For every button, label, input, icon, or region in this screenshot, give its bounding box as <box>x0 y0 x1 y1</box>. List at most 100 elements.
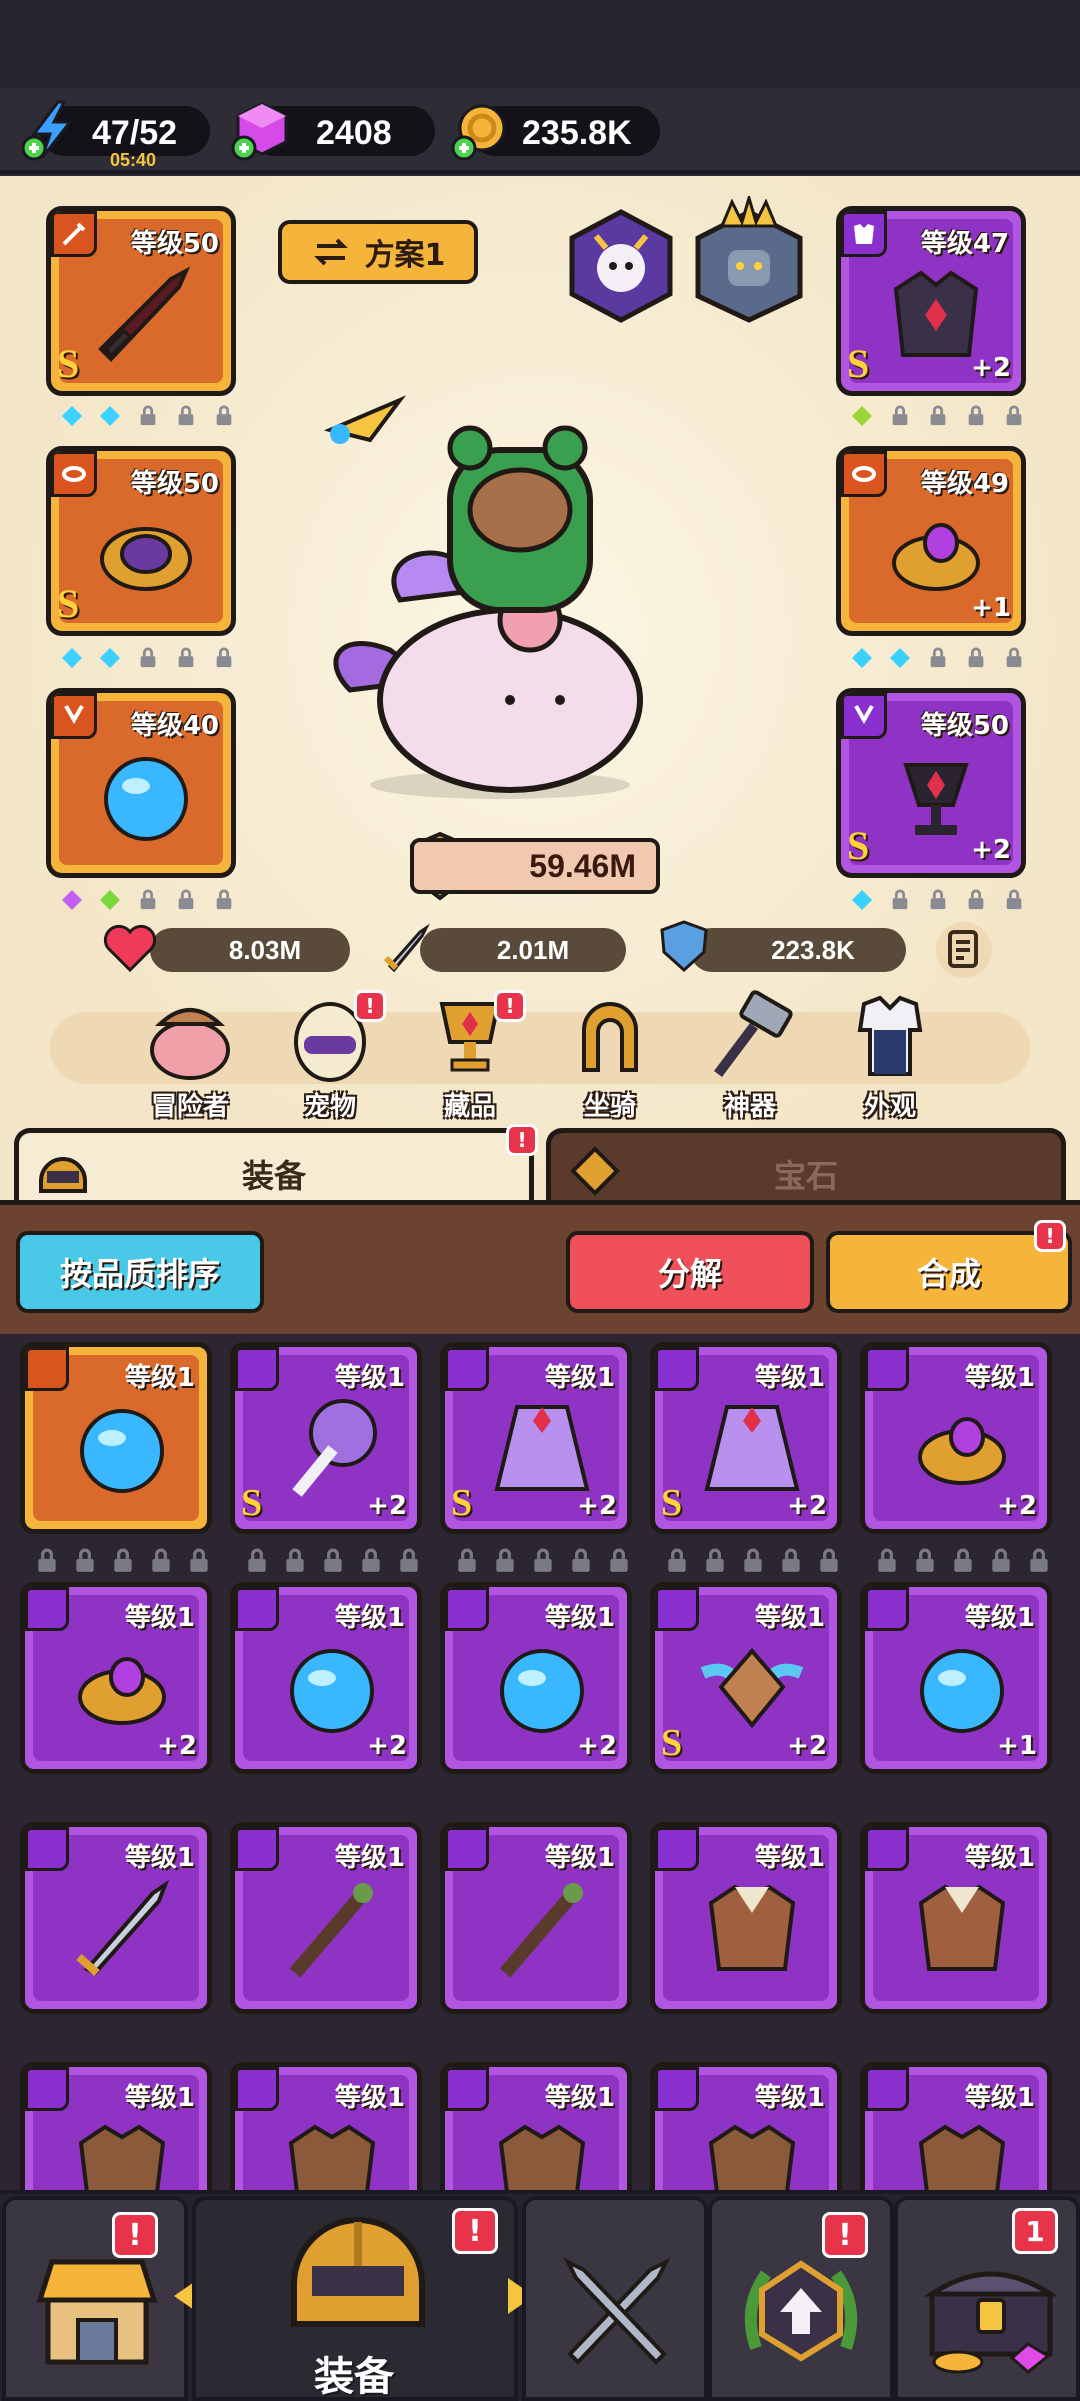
lock-icon <box>820 1548 838 1572</box>
inventory-item[interactable]: 等级1 +2 <box>860 1342 1052 1534</box>
chalice-slot[interactable]: 等级50 S +2 <box>836 688 1026 878</box>
tab-equipment[interactable]: 装备 <box>14 1128 534 1204</box>
necklace-slot[interactable]: 等级50 S <box>46 446 236 636</box>
fur-armor-icon <box>708 2124 796 2190</box>
inventory-item[interactable]: 等级1 <box>20 1342 212 1534</box>
chalice-sockets <box>848 886 1028 914</box>
weapon-slot[interactable]: 等级50 S <box>46 206 236 396</box>
merge-label: 合成 <box>916 1255 981 1293</box>
armor-slot[interactable]: 等级47 S +2 <box>836 206 1026 396</box>
category-appearance[interactable]: 外观 <box>830 990 950 1123</box>
category-label: 外观 <box>863 1092 916 1122</box>
inventory-item[interactable]: 等级1 <box>650 1822 842 2014</box>
sword-icon <box>383 923 430 973</box>
upgrade-laurel-icon <box>744 2260 858 2362</box>
item-plus: +2 <box>787 1491 827 1521</box>
inventory-item[interactable]: 等级1 +2 <box>20 1582 212 1774</box>
inventory-toolbar: 按品质排序 分解 合成 <box>0 1200 1080 1334</box>
lock-icon <box>400 1548 418 1572</box>
inventory-item[interactable]: 等级1 +2 <box>440 1582 632 1774</box>
cape-icon <box>704 1405 800 1491</box>
ring-plus: +1 <box>971 593 1011 623</box>
item-level: 等级1 <box>544 2083 615 2113</box>
inventory-item[interactable]: 等级1 <box>230 1822 422 2014</box>
necklace-sockets <box>58 644 238 672</box>
gold-value: 235.8K <box>522 114 632 152</box>
merge-alert-badge: ! <box>1034 1220 1066 1252</box>
crossed-swords-icon <box>563 2257 671 2365</box>
item-plus: +2 <box>787 1731 827 1761</box>
combat-power: 59.46M <box>410 838 660 894</box>
lock-icon <box>968 405 984 426</box>
inventory-item[interactable]: 等级1 S +2 <box>650 1342 842 1534</box>
equipment-tab-alert: ! <box>506 1124 538 1156</box>
item-plus: +2 <box>577 1731 617 1761</box>
necklace-quality: S <box>57 581 80 626</box>
inventory-item[interactable]: 等级1 S +2 <box>230 1342 422 1534</box>
lock-icon <box>668 1548 686 1572</box>
green-gem-icon <box>852 406 872 426</box>
socket-locks <box>34 1548 212 1574</box>
tab-gems[interactable]: 宝石 <box>546 1128 1066 1204</box>
energy-counter[interactable]: 47/52 05:40 <box>21 100 210 170</box>
category-mount[interactable]: 坐骑 <box>550 990 670 1123</box>
blue-orb-icon <box>104 757 188 841</box>
status-bar <box>0 0 1080 88</box>
item-level: 等级1 <box>544 1363 615 1393</box>
item-level: 等级1 <box>334 1603 405 1633</box>
outfit-icon <box>857 995 923 1076</box>
inventory-item[interactable]: 等级1 <box>440 1822 632 2014</box>
lock-icon <box>930 647 946 668</box>
fur-armor-icon <box>918 2124 1006 2190</box>
inventory-item[interactable]: 等级1 +2 <box>230 1582 422 1774</box>
hammer-icon <box>714 990 793 1077</box>
inventory-item[interactable]: 等级1 S +2 <box>650 1582 842 1774</box>
gold-ring-icon <box>918 1417 1006 1485</box>
ring-slot[interactable]: 等级49 +1 <box>836 446 1026 636</box>
power-value: 59.46M <box>529 847 636 884</box>
pet-portrait[interactable] <box>566 208 676 324</box>
plan-switch-button[interactable]: 方案1 <box>278 220 478 284</box>
inventory-item[interactable]: 等级1 +1 <box>860 1582 1052 1774</box>
lock-icon <box>458 1548 476 1572</box>
orb-level: 等级40 <box>130 711 219 741</box>
item-level: 等级1 <box>964 1603 1035 1633</box>
orb-slot[interactable]: 等级40 <box>46 688 236 878</box>
inventory-item[interactable]: 等级1 <box>20 1822 212 2014</box>
mount-portrait[interactable] <box>692 196 806 324</box>
item-level: 等级1 <box>544 1843 615 1873</box>
lock-icon <box>916 1548 934 1572</box>
treasure-chest-icon <box>923 2271 1059 2374</box>
nav-shop[interactable] <box>2 2196 188 2401</box>
category-artifact[interactable]: 神器 <box>690 990 810 1123</box>
sort-by-quality-button[interactable]: 按品质排序 <box>16 1231 264 1313</box>
lock-icon <box>324 1548 342 1572</box>
lock-icon <box>930 405 946 426</box>
plan-label: 方案1 <box>364 238 446 273</box>
gem-value: 2408 <box>316 114 392 152</box>
inventory-item[interactable]: 等级1 <box>440 2062 632 2190</box>
stats-detail-icon[interactable] <box>932 918 996 982</box>
character-avatar <box>323 395 643 799</box>
resource-bar: 47/52 05:40 2408 235.8K <box>0 88 1080 174</box>
socket-locks <box>664 1548 842 1574</box>
lock-icon <box>572 1548 590 1572</box>
blue-gem-icon <box>852 648 872 668</box>
weapon-level: 等级50 <box>130 229 219 259</box>
lock-icon <box>178 647 194 668</box>
nav-battle[interactable] <box>522 2196 708 2401</box>
dismantle-button[interactable]: 分解 <box>566 1231 814 1313</box>
gem-counter[interactable]: 2408 <box>231 102 435 161</box>
inventory-item[interactable]: 等级1 S +2 <box>440 1342 632 1534</box>
gold-counter[interactable]: 235.8K <box>451 104 660 161</box>
inventory-item[interactable]: 等级1 <box>860 2062 1052 2190</box>
inventory-item[interactable]: 等级1 <box>860 1822 1052 2014</box>
blue-gem-icon <box>100 648 120 668</box>
shop-icon <box>36 2259 158 2365</box>
green-gem-icon <box>100 890 120 910</box>
category-adventurer[interactable]: 冒险者 <box>130 990 250 1123</box>
lock-icon <box>1006 647 1022 668</box>
inventory-item[interactable]: 等级1 <box>230 2062 422 2190</box>
inventory-item[interactable]: 等级1 <box>650 2062 842 2190</box>
inventory-item[interactable]: 等级1 <box>20 2062 212 2190</box>
